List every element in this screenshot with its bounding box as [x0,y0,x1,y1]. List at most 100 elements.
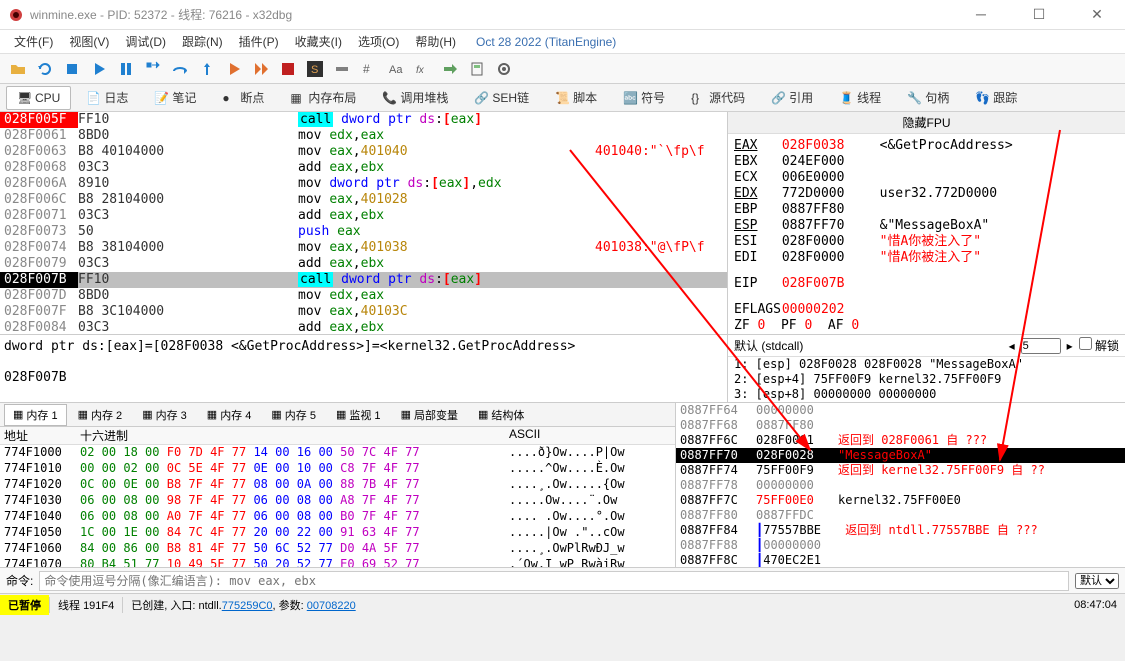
dump-tab[interactable]: ▦ 内存 4 [198,404,261,426]
menu-item[interactable]: 文件(F) [6,30,61,53]
command-mode-select[interactable]: 默认 [1075,573,1119,589]
stack-row[interactable]: 0887FF70 028F0028"MessageBoxA" [676,448,1125,463]
register-ESP[interactable]: ESP 0887FF70 &"MessageBoxA" [734,218,1119,234]
lock-checkbox[interactable]: 解锁 [1079,337,1119,354]
disassembly-view[interactable]: 028F005FFF10call dword ptr ds:[eax]028F0… [0,112,728,334]
stack-row[interactable]: 0887FF68 0887FF80 [676,418,1125,433]
registers-header[interactable]: 隐藏FPU [728,112,1125,134]
dump-tab[interactable]: ▦ 局部变量 [392,404,467,426]
dump-tab[interactable]: ▦ 内存 5 [262,404,325,426]
tool-s-icon[interactable]: S [303,57,327,81]
tab-断点[interactable]: ●断点 [211,84,275,111]
goto-icon[interactable] [438,57,462,81]
close-button[interactable]: ✕ [1077,6,1117,23]
disasm-row[interactable]: 028F007FB8 3C104000mov eax,40103C [0,304,727,320]
stack-arg-row[interactable]: 2: [esp+4] 75FF00F9 kernel32.75FF00F9 [728,372,1125,387]
disasm-row[interactable]: 028F0063B8 40104000mov eax,401040401040:… [0,144,727,160]
run-icon[interactable] [87,57,111,81]
dump-row[interactable]: 774F101000 00 02 00 0C 5E 4F 77 0E 00 10… [0,461,675,477]
dump-row[interactable]: 774F107080 B4 51 77 10 49 5F 77 50 20 52… [0,557,675,567]
step-out-icon[interactable] [195,57,219,81]
menu-item[interactable]: 跟踪(N) [174,30,231,53]
menu-item[interactable]: 调试(D) [117,30,174,53]
disasm-row[interactable]: 028F007350push eax [0,224,727,240]
disasm-row[interactable]: 028F006803C3add eax,ebx [0,160,727,176]
tab-SEH链[interactable]: 🔗SEH链 [463,84,540,111]
restart-icon[interactable] [33,57,57,81]
disasm-row[interactable]: 028F0074B8 38104000mov eax,401038401038:… [0,240,727,256]
tab-CPU[interactable]: 🖥CPU [6,86,71,110]
menu-item[interactable]: 收藏夹(I) [287,30,350,53]
stack-arg-row[interactable]: 1: [esp] 028F0028 028F0028 "MessageBoxA" [728,357,1125,372]
arg-nav-left-icon[interactable]: ◂ [1009,339,1015,353]
patch-icon[interactable] [330,57,354,81]
tab-线程[interactable]: 🧵线程 [828,84,892,111]
dump-tab[interactable]: ▦ 内存 1 [4,404,67,426]
entry-address-link[interactable]: 775259C0 [222,600,273,612]
call-convention-select[interactable]: 默认 (stdcall) [734,337,1003,354]
menu-item[interactable]: 帮助(H) [407,30,464,53]
pause-icon[interactable] [114,57,138,81]
stack-row[interactable]: 0887FF6C 028F0061返回到 028F0061 自 ??? [676,433,1125,448]
register-EBP[interactable]: EBP 0887FF80 [734,202,1119,218]
disasm-row[interactable]: 028F007D8BD0mov edx,eax [0,288,727,304]
disasm-row[interactable]: 028F007103C3add eax,ebx [0,208,727,224]
tab-日志[interactable]: 📄日志 [75,84,139,111]
tab-笔记[interactable]: 📝笔记 [143,84,207,111]
function-icon[interactable]: fx [411,57,435,81]
tab-跟踪[interactable]: 👣跟踪 [964,84,1028,111]
label-icon[interactable]: Aa [384,57,408,81]
disasm-row[interactable]: 028F007903C3add eax,ebx [0,256,727,272]
comment-icon[interactable]: # [357,57,381,81]
menu-item[interactable]: 选项(O) [350,30,407,53]
dump-row[interactable]: 774F103006 00 08 00 98 7F 4F 77 06 00 08… [0,493,675,509]
stack-row[interactable]: 0887FF74 75FF00F9返回到 kernel32.75FF00F9 自… [676,463,1125,478]
memory-dump[interactable]: ▦ 内存 1▦ 内存 2▦ 内存 3▦ 内存 4▦ 内存 5▦ 监视 1▦ 局部… [0,403,676,567]
stop-icon[interactable] [60,57,84,81]
tab-内存布局[interactable]: ▦内存布局 [279,84,367,111]
register-EAX[interactable]: EAX 028F0038 <&GetProcAddress> [734,138,1119,154]
stack-row[interactable]: 0887FF64 00000000 [676,403,1125,418]
stack-row[interactable]: 0887FF7C 75FF00E0kernel32.75FF00E0 [676,493,1125,508]
arg-count-input[interactable] [1021,338,1061,354]
disasm-row[interactable]: 028F006CB8 28104000mov eax,401028 [0,192,727,208]
tab-源代码[interactable]: {}源代码 [680,84,756,111]
dump-tab[interactable]: ▦ 内存 2 [69,404,132,426]
dump-tab[interactable]: ▦ 内存 3 [133,404,196,426]
disasm-row[interactable]: 028F006A8910mov dword ptr ds:[eax],edx [0,176,727,192]
arg-nav-right-icon[interactable]: ▸ [1067,339,1073,353]
register-EBX[interactable]: EBX 024EF000 [734,154,1119,170]
stack-row[interactable]: 0887FF78 00000000 [676,478,1125,493]
stack-arguments[interactable]: 默认 (stdcall) ◂ ▸ 解锁 1: [esp] 028F0028 02… [728,334,1125,402]
stack-row[interactable]: 0887FF80 0887FFDC [676,508,1125,523]
register-EDI[interactable]: EDI 028F0000 "惜A你被注入了" [734,250,1119,266]
tab-引用[interactable]: 🔗引用 [760,84,824,111]
dump-row[interactable]: 774F106084 00 86 00 B8 81 4F 77 50 6C 52… [0,541,675,557]
register-flags[interactable]: ZF 0 PF 0 AF 0 [734,318,1119,334]
register-EIP[interactable]: EIP 028F007B [734,276,1119,292]
trace-into-icon[interactable] [222,57,246,81]
register-EDX[interactable]: EDX 772D0000 user32.772D0000 [734,186,1119,202]
menu-item[interactable]: 插件(P) [231,30,287,53]
run-to-icon[interactable] [276,57,300,81]
settings-icon[interactable] [492,57,516,81]
register-ESI[interactable]: ESI 028F0000 "惜A你被注入了" [734,234,1119,250]
trace-over-icon[interactable] [249,57,273,81]
step-over-icon[interactable] [168,57,192,81]
open-file-icon[interactable] [6,57,30,81]
stack-arg-row[interactable]: 3: [esp+8] 00000000 00000000 [728,387,1125,402]
calc-icon[interactable] [465,57,489,81]
disasm-row[interactable]: 028F00618BD0mov edx,eax [0,128,727,144]
tab-句柄[interactable]: 🔧句柄 [896,84,960,111]
stack-row[interactable]: 0887FF84 ┃77557BBE返回到 ntdll.77557BBE 自 ?… [676,523,1125,538]
register-EFLAGS[interactable]: EFLAGS 00000202 [734,302,1119,318]
menu-item[interactable]: 视图(V) [61,30,117,53]
registers-view[interactable]: 隐藏FPU EAX 028F0038 <&GetProcAddress>EBX … [728,112,1125,334]
stack-view[interactable]: 0887FF64 000000000887FF68 0887FF800887FF… [676,403,1125,567]
disasm-row[interactable]: 028F005FFF10call dword ptr ds:[eax] [0,112,727,128]
register-ECX[interactable]: ECX 006E0000 [734,170,1119,186]
param-address-link[interactable]: 00708220 [307,600,356,612]
command-input[interactable] [39,571,1069,591]
tab-脚本[interactable]: 📜脚本 [544,84,608,111]
tab-符号[interactable]: 🔤符号 [612,84,676,111]
